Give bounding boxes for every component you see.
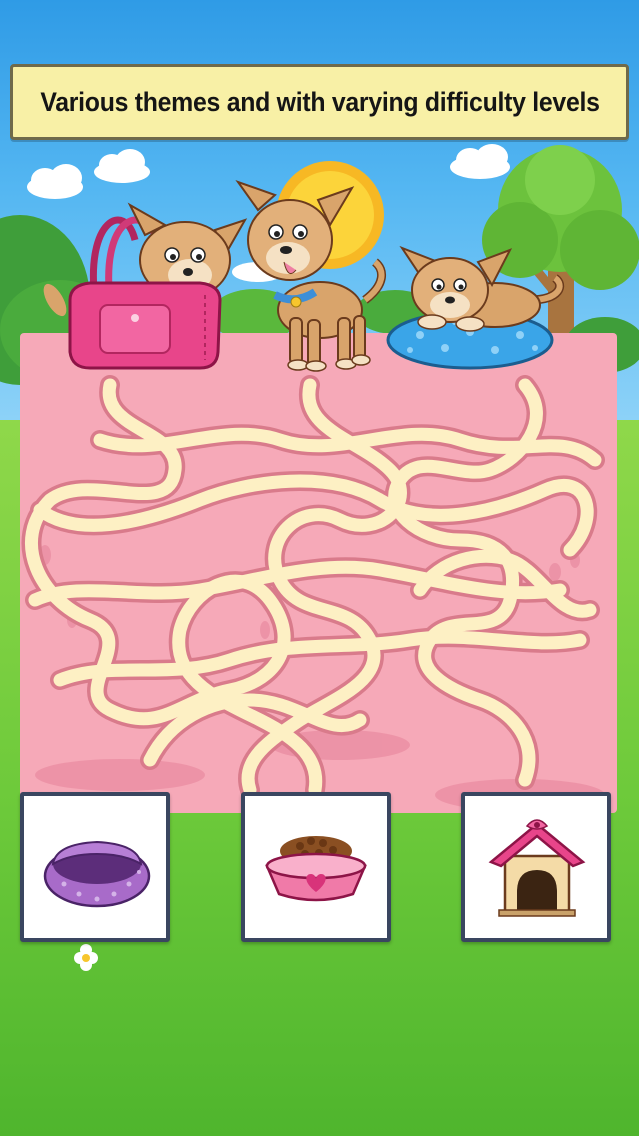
target-tile-dog-bed[interactable] [20, 792, 170, 942]
target-tile-doghouse[interactable] [461, 792, 611, 942]
dog-bed-icon [43, 840, 151, 908]
characters [39, 180, 565, 372]
dog-food-bowl-icon [265, 836, 367, 902]
standing-puppy-icon[interactable] [235, 180, 386, 372]
game-screen: Various themes and with varying difficul… [0, 0, 639, 1136]
puppy-on-cushion-icon[interactable] [386, 245, 565, 370]
doghouse-icon [488, 819, 586, 917]
target-tile-food-bowl[interactable] [241, 792, 391, 942]
puppy-in-handbag-icon[interactable] [39, 202, 248, 370]
